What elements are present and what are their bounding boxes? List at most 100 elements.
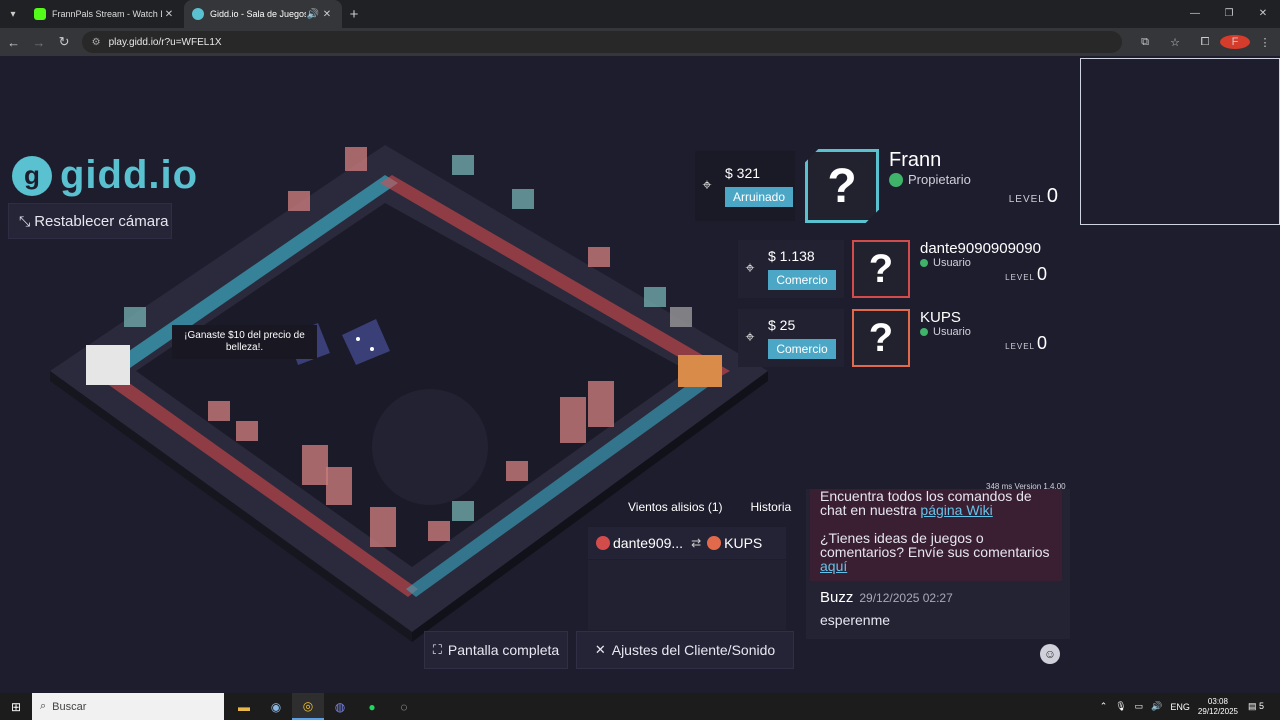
player-color-dot (707, 536, 722, 550)
locate-target-icon[interactable]: ⌖ (695, 177, 719, 195)
building (644, 287, 666, 307)
settings-label: Ajustes del Cliente/Sonido (611, 642, 776, 658)
player-status-button[interactable]: Comercio (768, 270, 836, 290)
volume-icon[interactable]: 🔊 (1151, 701, 1162, 712)
speaker-icon[interactable]: 🔊 (306, 9, 320, 20)
chrome-icon[interactable]: ◎ (292, 693, 324, 720)
close-tab-icon[interactable]: ✕ (320, 9, 334, 20)
player-money-box: ⌖ $ 321 Arruinado (695, 151, 795, 221)
tab-trade-winds[interactable]: Vientos alisios (1) (614, 497, 737, 517)
windows-start-icon[interactable]: ⊞ (0, 700, 32, 714)
player-token-avatar (678, 355, 722, 387)
close-tab-icon[interactable]: ✕ (162, 9, 176, 20)
player-role: Propietario (908, 172, 971, 187)
tab-history[interactable]: Historia (737, 497, 806, 517)
clock[interactable]: 03:08 29/12/2025 (1198, 697, 1238, 717)
new-tab-button[interactable]: + (342, 0, 366, 28)
player-money-box: ⌖ $ 1.138 Comercio (738, 240, 844, 298)
player-status-button[interactable]: Arruinado (725, 187, 793, 207)
back-icon[interactable]: ← (2, 35, 25, 50)
url-text: play.gidd.io/r?u=WFEL1X (108, 36, 222, 48)
forward-icon[interactable]: → (27, 35, 50, 50)
player-avatar-unknown: ? (852, 240, 910, 298)
browser-tab-bar: ▾ FrannPals Stream - Watch Live ✕ Gidd.i… (0, 0, 1280, 28)
microphone-icon[interactable]: 🎙 (1115, 701, 1126, 712)
trade-tabs: Vientos alisios (1) Historia (614, 497, 805, 517)
building (560, 397, 586, 443)
online-status-icon (920, 328, 928, 336)
player-avatar-unknown: ? (852, 309, 910, 367)
emoji-icon[interactable]: ☺ (1040, 644, 1060, 664)
menu-kebab-icon[interactable]: ⋮ (1250, 36, 1280, 49)
tab-title: Gidd.io - Sala de Juegos de (210, 9, 306, 19)
windows-taskbar: ⊞ ⌕ Buscar ▬ ◉ ◎ ◍ ● ◌ ⌃ 🎙 ▭ 🔊 ENG 03:08… (0, 693, 1280, 720)
restore-icon[interactable]: ❐ (1212, 0, 1246, 28)
building (345, 147, 367, 171)
chat-system-message: Encuentra todos los comandos de chat en … (810, 489, 1062, 581)
event-tooltip: ¡Ganaste $10 del precio de belleza!. (172, 325, 317, 359)
address-bar-row: ← → ↻ ⚙ play.gidd.io/r?u=WFEL1X ⧉ ☆ ⧠ F … (0, 28, 1280, 56)
building (588, 247, 610, 267)
tab-frannpals[interactable]: FrannPals Stream - Watch Live ✕ (26, 0, 184, 28)
locate-target-icon[interactable]: ⌖ (738, 329, 762, 347)
game-page: g gidd.io ⤡ Restablecer cámara ¡Ganaste … (0, 57, 1280, 693)
player-card-kups[interactable]: ⌖ $ 25 Comercio ? KUPS Usuario LEVEL 0 (738, 309, 1054, 367)
site-info-icon[interactable]: ⚙ (92, 37, 101, 48)
player-card-dante[interactable]: ⌖ $ 1.138 Comercio ? dante9090909090 Usu… (738, 240, 1054, 298)
close-window-icon[interactable]: ✕ (1246, 0, 1280, 28)
building (588, 381, 614, 427)
extensions-icon[interactable]: ⧠ (1190, 36, 1220, 49)
taskbar-search-input[interactable]: ⌕ Buscar (32, 693, 224, 720)
player-status-button[interactable]: Comercio (768, 339, 836, 359)
language-indicator[interactable]: ENG (1170, 702, 1190, 712)
building (208, 401, 230, 421)
tray-expand-icon[interactable]: ⌃ (1100, 701, 1108, 712)
player-money-box: ⌖ $ 25 Comercio (738, 309, 844, 367)
player-level: 0 (1036, 333, 1048, 353)
chat-sys-text: ¿Tienes ideas de juegos o comentarios? E… (820, 530, 1050, 560)
level-label: LEVEL (1005, 342, 1035, 351)
bookmark-star-icon[interactable]: ☆ (1160, 36, 1190, 49)
system-tray: ⌃ 🎙 ▭ 🔊 ENG 03:08 29/12/2025 ▤ 5 (1100, 693, 1280, 720)
tab-giddio[interactable]: Gidd.io - Sala de Juegos de 🔊 ✕ (184, 0, 342, 28)
player-money: $ 1.138 (768, 248, 815, 264)
fullscreen-button[interactable]: ⛶ Pantalla completa (424, 631, 568, 669)
obs-icon[interactable]: ◌ (388, 693, 420, 720)
player-role: Usuario (933, 326, 971, 338)
player-avatar-unknown: ? (805, 149, 879, 223)
player-role: Usuario (933, 257, 971, 269)
network-icon[interactable]: ▭ (1135, 701, 1144, 712)
minimize-icon[interactable]: — (1178, 0, 1212, 28)
online-status-icon (889, 172, 903, 187)
wiki-link[interactable]: página Wiki (920, 502, 992, 518)
die-pip (356, 337, 360, 341)
url-input[interactable]: ⚙ play.gidd.io/r?u=WFEL1X (81, 31, 1122, 53)
file-explorer-icon[interactable]: ▬ (228, 693, 260, 720)
swap-icon: ⇄ (691, 536, 702, 550)
steam-icon[interactable]: ◉ (260, 693, 292, 720)
clock-time: 03:08 (1207, 696, 1228, 706)
player-level: 0 (1036, 264, 1048, 284)
feedback-link[interactable]: aquí (820, 558, 847, 574)
tab-search-icon[interactable]: ▾ (0, 0, 26, 28)
building (670, 307, 692, 327)
window-controls: — ❐ ✕ (1178, 0, 1280, 28)
player-card-frann[interactable]: ⌖ $ 321 Arruinado ? Frann Propietario LE… (695, 149, 1059, 223)
trade-row[interactable]: dante909... ⇄ KUPS (588, 527, 786, 559)
discord-icon[interactable]: ◍ (324, 693, 356, 720)
reload-icon[interactable]: ↻ (52, 34, 75, 50)
search-placeholder: Buscar (52, 700, 87, 713)
building (288, 191, 310, 211)
client-settings-button[interactable]: ✕ Ajustes del Cliente/Sonido (576, 631, 794, 669)
chat-message: Buzz 29/12/2025 02:27 esperenme (820, 589, 953, 628)
building (506, 461, 528, 481)
player-color-dot (596, 536, 610, 550)
profile-avatar[interactable]: F (1220, 35, 1250, 49)
install-app-icon[interactable]: ⧉ (1130, 36, 1160, 49)
player-level: 0 (1046, 185, 1059, 207)
locate-target-icon[interactable]: ⌖ (738, 260, 762, 278)
trade-list-area (588, 560, 786, 630)
chat-panel: Encuentra todos los comandos de chat en … (806, 489, 1070, 639)
notifications-icon[interactable]: ▤ 5 (1248, 701, 1272, 712)
spotify-icon[interactable]: ● (356, 693, 388, 720)
